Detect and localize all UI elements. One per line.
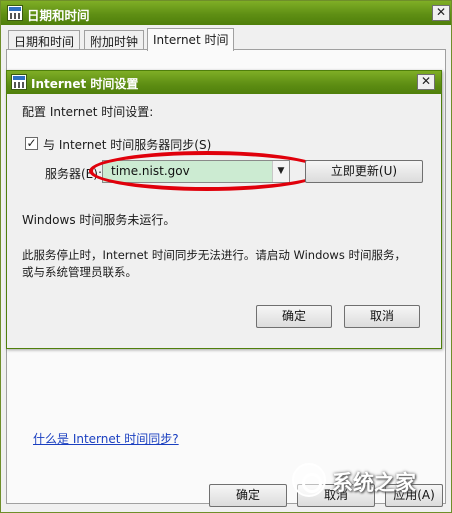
configure-label: 配置 Internet 时间设置: xyxy=(22,105,154,119)
close-icon[interactable]: ✕ xyxy=(432,5,450,21)
close-icon[interactable]: ✕ xyxy=(417,74,435,90)
update-now-button[interactable]: 立即更新(U) xyxy=(305,160,423,183)
watermark-logo-icon xyxy=(292,463,326,497)
window-titlebar[interactable]: 日期和时间 ✕ xyxy=(1,1,451,25)
tab-additional-clocks[interactable]: 附加时钟 xyxy=(84,30,145,50)
calendar-clock-icon xyxy=(11,74,27,90)
tab-internet-time[interactable]: Internet 时间 xyxy=(147,28,235,51)
service-message-line2: 或与系统管理员联系。 xyxy=(22,265,137,279)
tab-bar: 日期和时间 附加时钟 Internet 时间 xyxy=(8,28,448,51)
dialog-titlebar[interactable]: Internet 时间设置 ✕ xyxy=(7,71,441,94)
watermark-text: 系统之家 xyxy=(332,471,416,495)
internet-time-settings-dialog: Internet 时间设置 ✕ 配置 Internet 时间设置: ✓ 与 In… xyxy=(6,70,442,349)
service-status-text: Windows 时间服务未运行。 xyxy=(22,213,176,227)
dialog-title: Internet 时间设置 xyxy=(31,77,139,91)
sync-checkbox-label[interactable]: 与 Internet 时间服务器同步(S) xyxy=(43,136,211,153)
dialog-ok-button[interactable]: 确定 xyxy=(256,305,332,328)
ok-button[interactable]: 确定 xyxy=(209,484,287,507)
dialog-cancel-button[interactable]: 取消 xyxy=(344,305,420,328)
window-title: 日期和时间 xyxy=(27,8,90,23)
tab-date-time[interactable]: 日期和时间 xyxy=(8,30,81,50)
checkmark-icon: ✓ xyxy=(26,136,37,150)
calendar-clock-icon xyxy=(7,5,23,21)
sync-checkbox[interactable]: ✓ xyxy=(25,137,38,150)
help-link[interactable]: 什么是 Internet 时间同步? xyxy=(33,430,179,447)
service-message-line1: 此服务停止时，Internet 时间同步无法进行。请启动 Windows 时间服… xyxy=(22,248,406,262)
server-combobox[interactable]: time.nist.gov ▼ xyxy=(102,160,290,183)
server-value[interactable]: time.nist.gov xyxy=(111,164,190,178)
watermark: 系统之家 xyxy=(292,457,448,501)
server-label: 服务器(E): xyxy=(45,167,102,181)
chevron-down-icon[interactable]: ▼ xyxy=(272,161,289,182)
